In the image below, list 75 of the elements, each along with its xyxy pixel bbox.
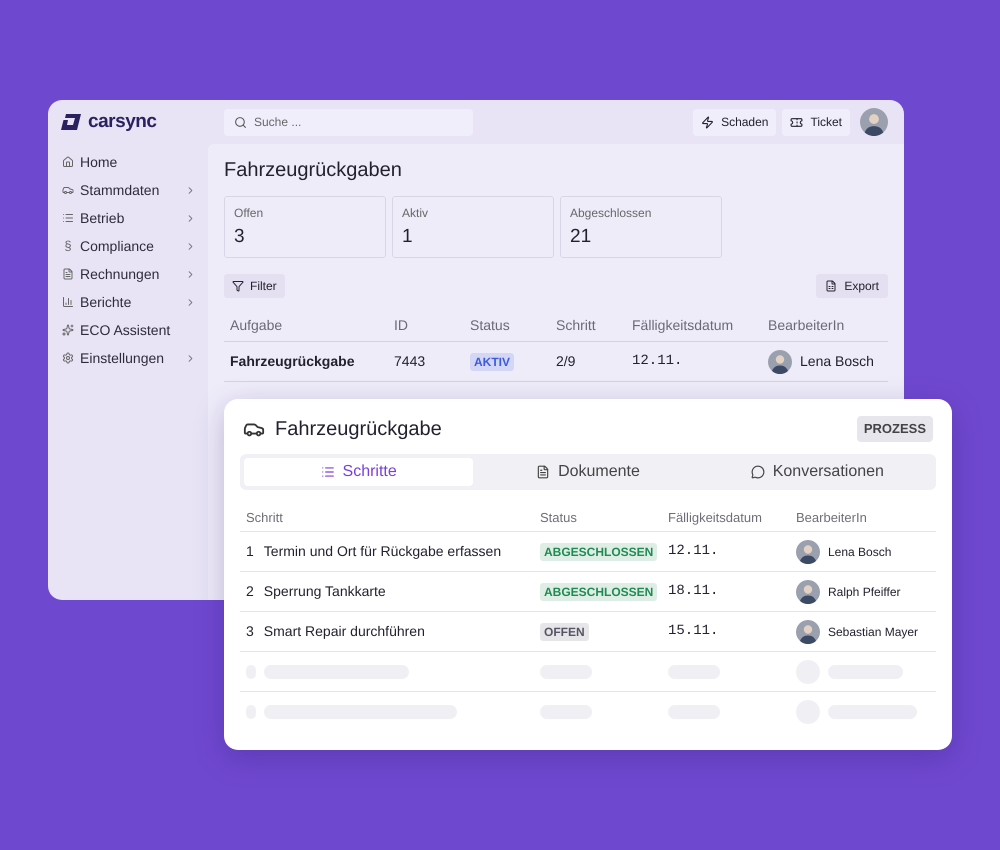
stat-card: Abgeschlossen 21: [560, 196, 722, 258]
sidebar-item[interactable]: Einstellungen: [62, 348, 196, 368]
column-header: BearbeiterIn: [796, 508, 868, 527]
avatar-icon: [860, 108, 888, 136]
stat-card: Offen 3: [224, 196, 386, 258]
status-badge: OFFEN: [540, 623, 589, 641]
column-header: BearbeiterIn: [768, 316, 846, 335]
table-cell-text: Ralph Pfeiffer: [828, 584, 900, 600]
table-cell-text: Fahrzeugrückgabe: [230, 352, 356, 371]
avatar-icon: [796, 580, 820, 604]
speech-bubble-icon: [750, 465, 765, 479]
tab[interactable]: Schritte: [244, 458, 474, 486]
export-button[interactable]: Export: [816, 274, 888, 298]
table-cell-text: Smart Repair durchführen: [264, 622, 425, 641]
status-badge: ABGESCHLOSSEN: [540, 583, 658, 601]
column-header: Status: [470, 316, 511, 335]
column-header: Schritt: [246, 508, 284, 527]
document-icon: [62, 268, 74, 280]
ticket-icon: [790, 116, 804, 128]
header-button[interactable]: Schaden: [693, 108, 776, 136]
table-cell-text: Lena Bosch: [828, 544, 892, 560]
settings-icon: [62, 352, 74, 364]
sidebar-item[interactable]: Betrieb: [62, 208, 196, 228]
table-cell-text: 12.11.: [632, 352, 684, 371]
header-button[interactable]: Ticket: [782, 108, 850, 136]
page-title: Fahrzeugrückgaben: [224, 158, 402, 182]
table-cell-text: 2/9: [556, 352, 576, 371]
process-badge: PROZESS: [856, 416, 933, 442]
avatar-icon: [796, 620, 820, 644]
card-title: Fahrzeugrückgabe: [275, 417, 442, 442]
table-cell-text: 18.11.: [668, 582, 720, 601]
sidebar-item[interactable]: Rechnungen: [62, 264, 196, 284]
bar-chart-icon: [62, 296, 74, 308]
document-icon: [536, 465, 550, 479]
step-number: 2: [246, 582, 254, 601]
status-badge: ABGESCHLOSSEN: [540, 543, 658, 561]
column-header: Aufgabe: [230, 316, 284, 335]
sidebar-item[interactable]: Home: [62, 152, 196, 172]
stat-card: Aktiv 1: [392, 196, 554, 258]
car-icon: [62, 184, 74, 196]
column-header: Fälligkeitsdatum: [632, 316, 734, 335]
table-cell-text: Lena Bosch: [800, 352, 874, 371]
sidebar-item[interactable]: ECO Assistent: [62, 320, 196, 340]
section-sign-icon: §: [62, 236, 74, 256]
table-cell-text: 15.11.: [668, 622, 720, 641]
filter-icon: [232, 280, 244, 292]
step-number: 1: [246, 542, 254, 561]
logo-icon: [60, 113, 82, 131]
tab[interactable]: Konversationen: [702, 458, 932, 486]
lightning-icon: [701, 116, 714, 128]
tab[interactable]: Dokumente: [473, 458, 703, 486]
avatar-icon: [796, 540, 820, 564]
logo-text: carsync: [88, 110, 157, 134]
table-cell-text: 7443: [394, 352, 426, 371]
step-number: 3: [246, 622, 254, 641]
column-header: Schritt: [556, 316, 597, 335]
search-icon: [234, 116, 247, 128]
status-badge: AKTIV: [470, 353, 514, 371]
table-cell-text: Sperrung Tankkarte: [264, 582, 386, 601]
table-cell-text: Termin und Ort für Rückgabe erfassen: [264, 542, 502, 561]
filter-button[interactable]: Filter: [224, 274, 285, 298]
column-header: Status: [540, 508, 578, 527]
column-header: Fälligkeitsdatum: [668, 508, 763, 527]
column-header: ID: [394, 316, 409, 335]
spreadsheet-icon: [825, 280, 838, 292]
sidebar-item[interactable]: Stammdaten: [62, 180, 196, 200]
sidebar-item[interactable]: Berichte: [62, 292, 196, 312]
table-cell-text: 12.11.: [668, 542, 720, 561]
sparkle-icon: [62, 324, 74, 336]
avatar-icon: [768, 350, 792, 374]
sidebar-item[interactable]: § Compliance: [62, 236, 196, 256]
list-icon: [320, 465, 335, 479]
search-field[interactable]: Suche ...: [224, 108, 473, 136]
home-icon: [62, 156, 74, 168]
table-cell-text: Sebastian Mayer: [828, 624, 918, 640]
